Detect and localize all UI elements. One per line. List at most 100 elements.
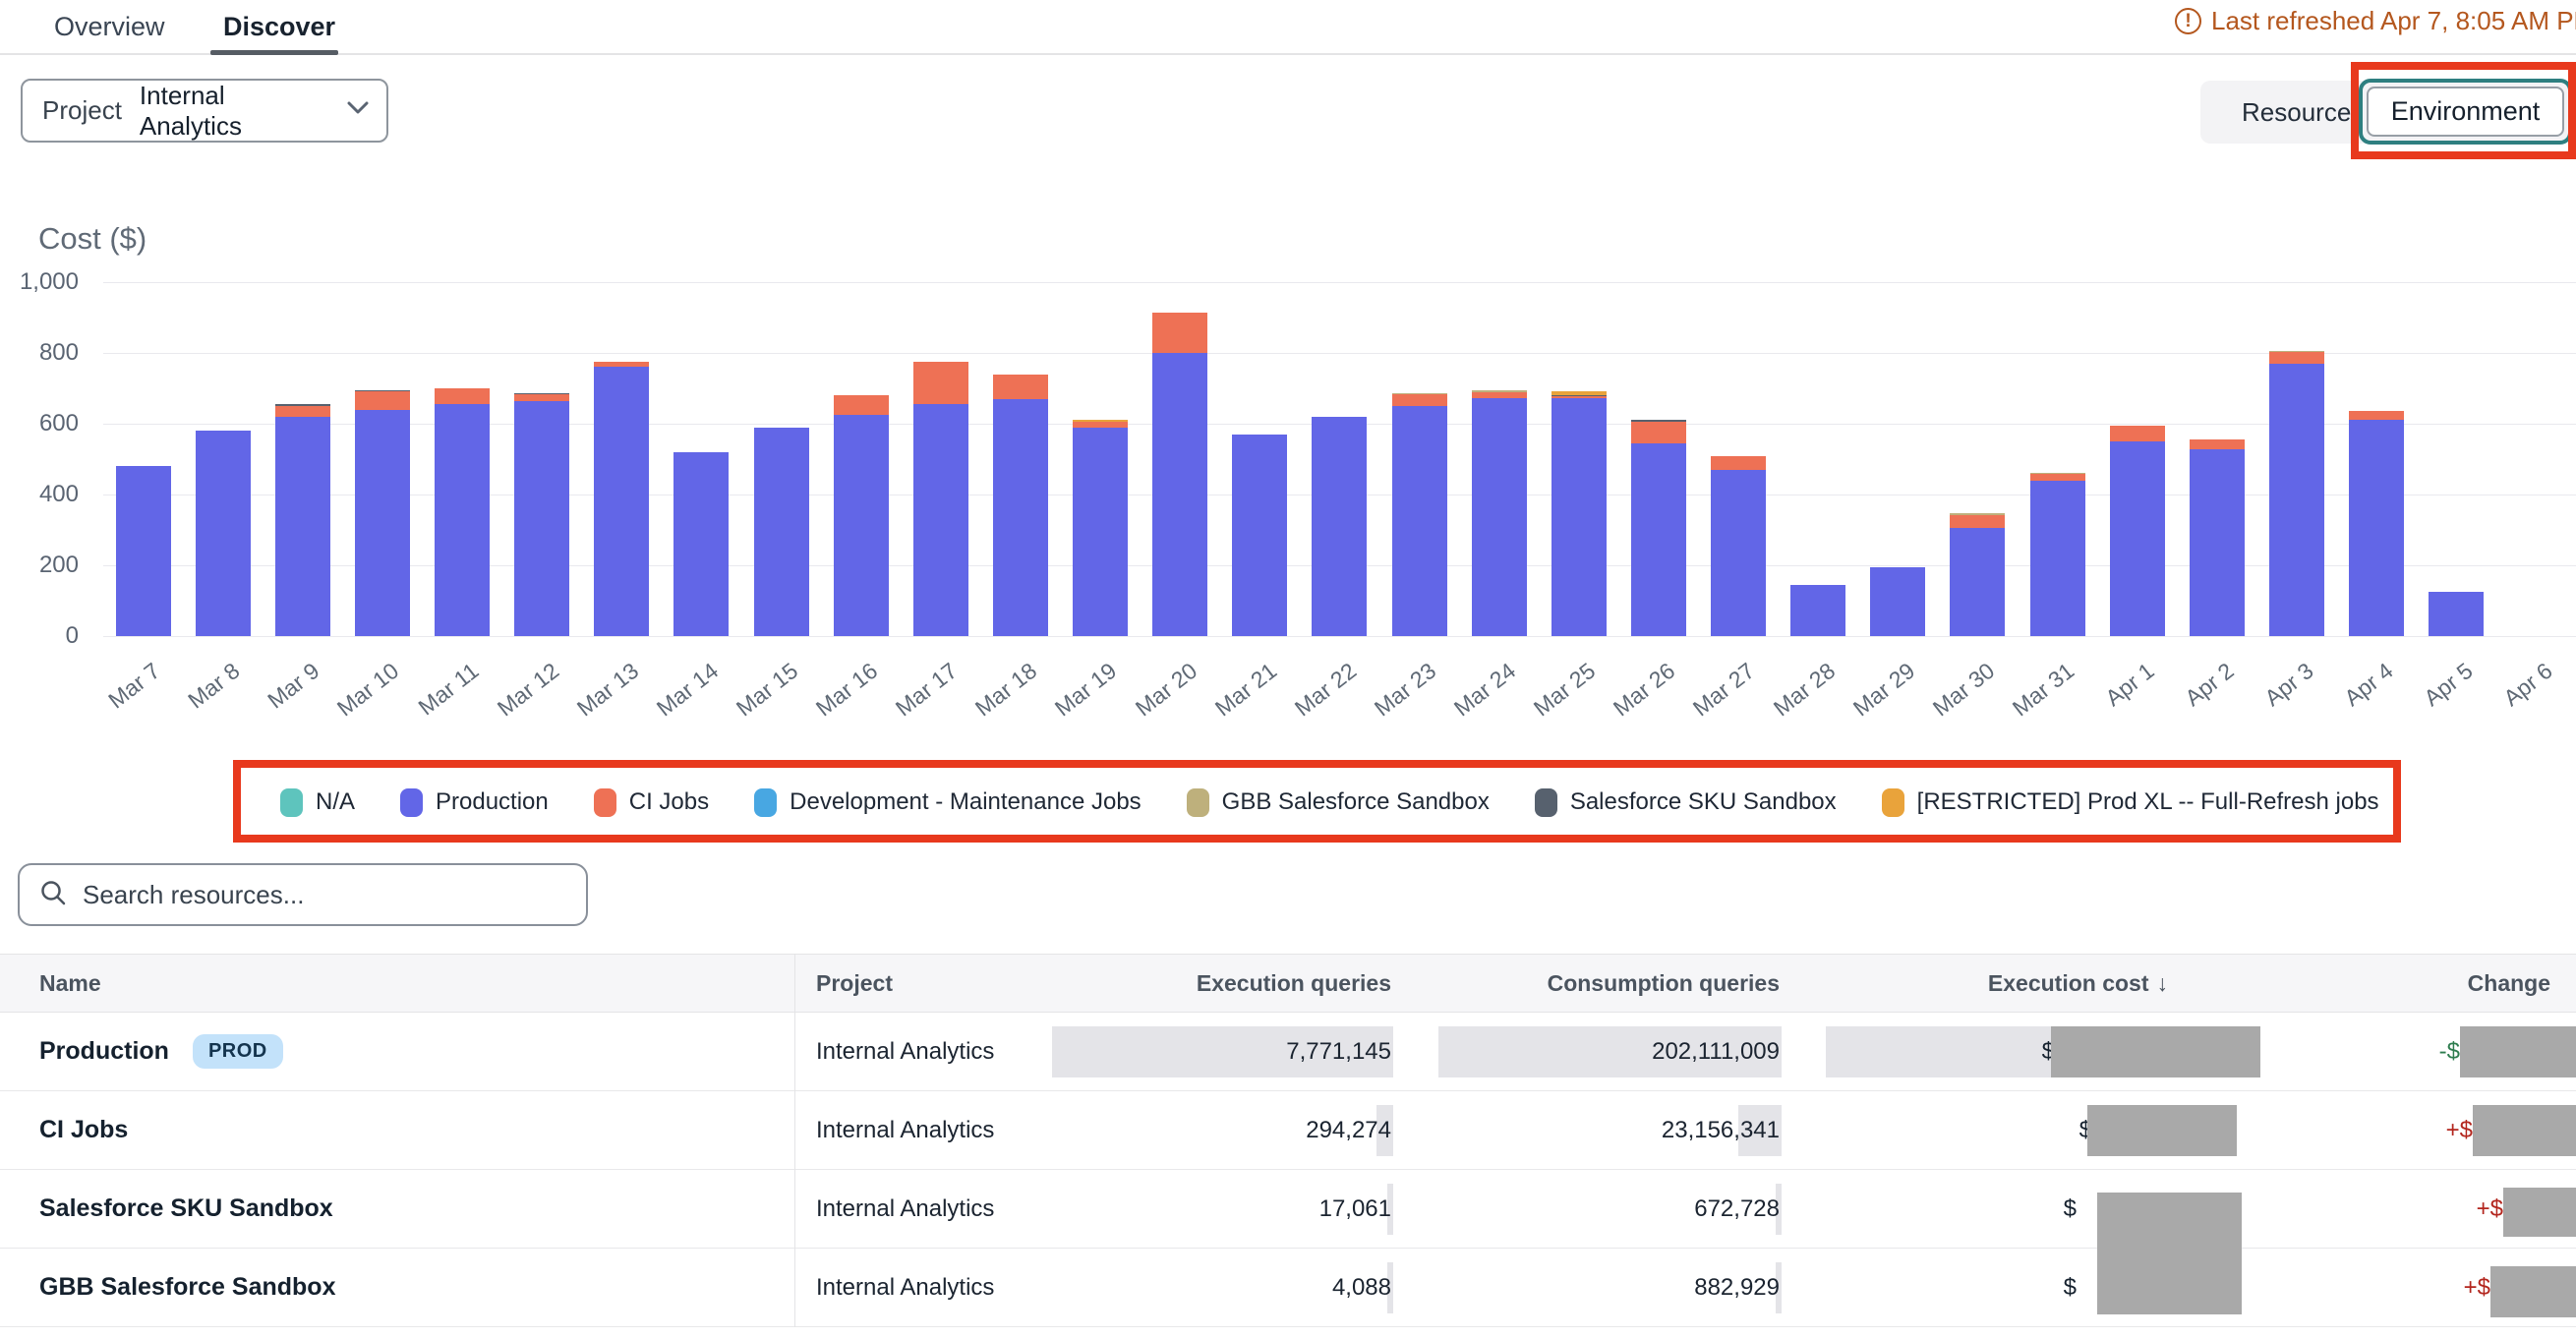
bar-segment xyxy=(1472,398,1527,636)
legend-item[interactable]: Production xyxy=(400,788,549,817)
x-label-slot: Mar 10 xyxy=(342,641,422,729)
x-label-slot: Apr 5 xyxy=(2417,641,2496,729)
bar-apr-5[interactable] xyxy=(2429,592,2484,636)
x-tick-label: Apr 4 xyxy=(2339,658,2398,712)
cell-execution-queries: 7,771,145 xyxy=(1030,1038,1396,1066)
column-header-consumption-queries[interactable]: Consumption queries xyxy=(1396,970,1785,997)
bar-mar-13[interactable] xyxy=(594,362,649,636)
cell-consumption-queries: 23,156,341 xyxy=(1396,1117,1785,1144)
bar-slot xyxy=(1459,282,1539,636)
bar-apr-4[interactable] xyxy=(2349,411,2404,636)
column-header-name[interactable]: Name xyxy=(0,970,794,997)
legend-item-label: Development - Maintenance Jobs xyxy=(790,788,1142,816)
bar-mar-20[interactable] xyxy=(1152,313,1207,636)
bar-mar-25[interactable] xyxy=(1551,391,1607,636)
bar-mar-24[interactable] xyxy=(1472,390,1527,636)
bar-mar-11[interactable] xyxy=(435,388,490,636)
bar-slot xyxy=(821,282,901,636)
cell-execution-queries: 294,274 xyxy=(1030,1117,1396,1144)
bar-mar-18[interactable] xyxy=(993,375,1048,636)
bar-mar-8[interactable] xyxy=(196,431,251,636)
y-tick-label: 0 xyxy=(0,621,79,651)
bar-slot xyxy=(502,282,582,636)
cell-name: ProductionPROD xyxy=(0,1034,794,1069)
legend-item[interactable]: N/A xyxy=(280,788,355,817)
alert-circle-icon: ! xyxy=(2175,8,2201,34)
bar-segment xyxy=(834,395,889,415)
x-label-slot: Mar 21 xyxy=(1220,641,1300,729)
tab-overview[interactable]: Overview xyxy=(54,12,165,42)
bar-mar-12[interactable] xyxy=(514,393,569,636)
bar-mar-30[interactable] xyxy=(1950,513,2005,636)
bar-slot xyxy=(901,282,980,636)
bar-mar-9[interactable] xyxy=(275,404,330,636)
bar-mar-19[interactable] xyxy=(1073,420,1128,636)
bar-apr-3[interactable] xyxy=(2269,351,2324,637)
bar-slot xyxy=(342,282,422,636)
legend-item[interactable]: Salesforce SKU Sandbox xyxy=(1535,788,1837,817)
x-label-slot: Mar 26 xyxy=(1618,641,1698,729)
bar-segment xyxy=(1950,528,2005,636)
x-label-slot: Mar 28 xyxy=(1779,641,1858,729)
legend-swatch xyxy=(754,788,777,817)
x-tick-label: Mar 31 xyxy=(2008,658,2079,722)
group-by-environment-button[interactable]: Environment xyxy=(2367,87,2564,137)
legend-swatch xyxy=(1187,788,1209,817)
tab-discover[interactable]: Discover xyxy=(223,12,335,42)
search-input[interactable] xyxy=(83,880,566,910)
bar-mar-16[interactable] xyxy=(834,395,889,636)
group-by-resource-button[interactable]: Resource xyxy=(2212,81,2380,144)
bar-mar-15[interactable] xyxy=(754,428,809,636)
project-filter-dropdown[interactable]: Project Internal Analytics xyxy=(21,79,388,143)
change-prefix: +$ xyxy=(2477,1195,2503,1222)
x-tick-label: Mar 25 xyxy=(1529,658,1601,722)
bar-mar-10[interactable] xyxy=(355,390,410,636)
x-tick-label: Mar 14 xyxy=(652,658,724,722)
column-header-execution-queries[interactable]: Execution queries xyxy=(1030,970,1396,997)
bar-apr-1[interactable] xyxy=(2110,426,2165,636)
cell-project: Internal Analytics xyxy=(794,1274,1030,1302)
bar-segment xyxy=(1152,353,1207,636)
chart-title: Cost ($) xyxy=(38,221,146,257)
chart-legend: N/A Production CI Jobs Development - Mainte… xyxy=(280,783,2374,822)
bar-apr-2[interactable] xyxy=(2190,439,2245,636)
x-label-slot: Mar 7 xyxy=(103,641,183,729)
x-label-slot: Mar 15 xyxy=(741,641,821,729)
legend-item[interactable]: CI Jobs xyxy=(594,788,709,817)
bar-mar-26[interactable] xyxy=(1631,420,1686,636)
bar-mar-28[interactable] xyxy=(1790,585,1845,636)
environment-selected-ring: Environment xyxy=(2359,79,2572,145)
column-header-project[interactable]: Project xyxy=(794,970,1030,997)
currency-prefix: $ xyxy=(2064,1274,2077,1301)
bar-mar-21[interactable] xyxy=(1232,435,1287,636)
bar-segment xyxy=(514,401,569,636)
last-refreshed-text: Last refreshed Apr 7, 8:05 AM PDT xyxy=(2211,6,2576,36)
legend-item-label: GBB Salesforce Sandbox xyxy=(1222,788,1490,816)
bar-mar-31[interactable] xyxy=(2030,473,2085,636)
bar-mar-7[interactable] xyxy=(116,466,171,636)
legend-item[interactable]: Development - Maintenance Jobs xyxy=(754,788,1142,817)
environment-badge: PROD xyxy=(193,1034,283,1069)
cell-name: CI Jobs xyxy=(0,1116,794,1144)
legend-item[interactable]: [RESTRICTED] Prod XL -- Full-Refresh job… xyxy=(1882,788,2379,817)
bar-slot xyxy=(2177,282,2256,636)
bar-mar-22[interactable] xyxy=(1312,417,1367,636)
bar-segment xyxy=(1631,443,1686,636)
bar-segment xyxy=(1950,515,2005,529)
bar-mar-14[interactable] xyxy=(673,452,729,636)
bar-mar-23[interactable] xyxy=(1392,393,1447,636)
change-prefix: +$ xyxy=(2446,1117,2473,1143)
x-tick-label: Mar 13 xyxy=(572,658,644,722)
legend-swatch xyxy=(1535,788,1557,817)
legend-swatch xyxy=(400,788,423,817)
legend-swatch xyxy=(1882,788,1904,817)
bar-mar-27[interactable] xyxy=(1711,456,1766,636)
legend-item[interactable]: GBB Salesforce Sandbox xyxy=(1187,788,1490,817)
x-label-slot: Mar 22 xyxy=(1300,641,1379,729)
column-header-change[interactable]: Change xyxy=(2281,970,2576,997)
bar-mar-29[interactable] xyxy=(1870,567,1925,636)
bar-mar-17[interactable] xyxy=(913,362,968,636)
column-header-execution-cost[interactable]: Execution cost↓ xyxy=(1785,970,2281,997)
x-tick-label: Mar 10 xyxy=(332,658,404,722)
bar-slot xyxy=(1141,282,1220,636)
